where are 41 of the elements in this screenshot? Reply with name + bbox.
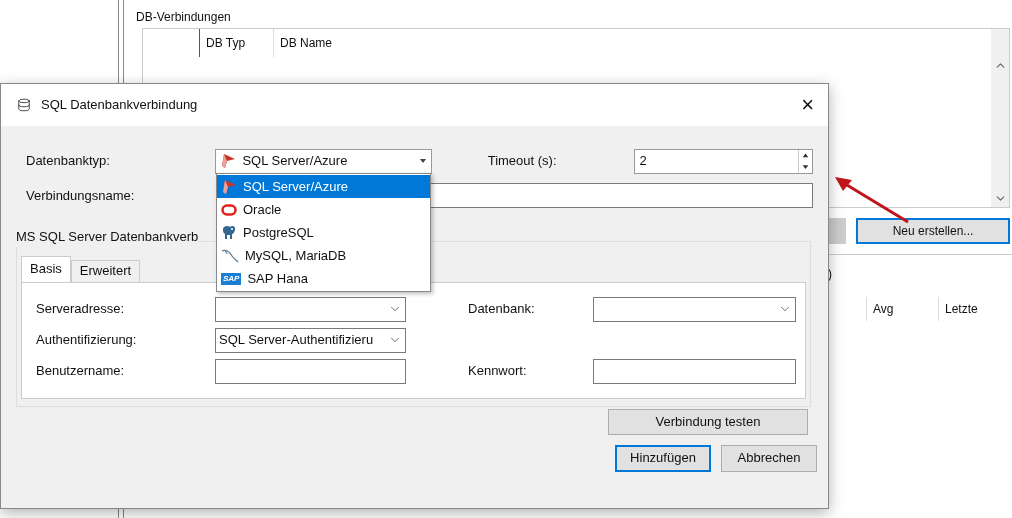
scrollbar[interactable] <box>991 29 1009 207</box>
field-label: Datenbank: <box>468 300 536 319</box>
window-title: SQL Datenbankverbindung <box>41 96 198 115</box>
new-button[interactable]: Neu erstellen... <box>856 218 1010 244</box>
dropdown-option[interactable]: SAP SAP Hana <box>217 267 430 290</box>
type-combo-box[interactable]: SQL Server/Azure <box>215 148 432 174</box>
combo-box[interactable] <box>593 296 796 322</box>
field-label: Benutzername: <box>36 362 126 381</box>
field-label: Datenbanktyp: <box>25 152 111 171</box>
server-flag-icon <box>220 153 237 169</box>
field-label: Kennwort: <box>468 362 528 381</box>
text-field[interactable] <box>215 358 406 384</box>
elephant-icon <box>221 224 237 241</box>
dialog-button[interactable]: Hinzufügen <box>615 444 711 472</box>
column-header[interactable]: Avg <box>866 297 938 321</box>
dropdown-option[interactable]: PostgreSQL <box>217 221 430 244</box>
ring-icon <box>221 203 237 216</box>
dropdown-option[interactable]: SQL Server/Azure <box>217 175 430 198</box>
sap-logo-icon: SAP <box>221 272 242 285</box>
close-button[interactable]: × <box>797 94 818 116</box>
dolphin-icon <box>221 247 239 264</box>
field-label: Verbindungsname: <box>25 186 136 205</box>
combo-box[interactable] <box>215 296 406 322</box>
column-header[interactable]: DB Typ <box>199 29 273 57</box>
text-field[interactable] <box>593 358 796 384</box>
tab[interactable]: Erweitert <box>70 259 141 282</box>
column-header[interactable]: Letzte <box>938 297 1010 321</box>
dropdown-option[interactable]: MySQL, MariaDB <box>217 244 430 267</box>
timeout-spinner[interactable]: 2 <box>634 148 813 174</box>
database-icon <box>17 98 31 112</box>
server-flag-icon <box>221 178 237 195</box>
field-label: Authentifizierung: <box>36 331 138 350</box>
dropdown-option[interactable]: Oracle <box>217 198 430 221</box>
test-button[interactable]: Verbindung testen <box>608 408 808 435</box>
tab[interactable]: Basis <box>21 255 71 282</box>
field-label: Timeout (s): <box>487 152 558 171</box>
dialog-button[interactable]: Abbrechen <box>721 444 817 472</box>
combo-box[interactable]: SQL Server-Authentifizieru <box>215 327 406 353</box>
field-label: Serveradresse: <box>36 300 126 319</box>
group-title: DB-Verbindungen <box>135 9 232 26</box>
dropdown-arrow-icon <box>418 158 427 164</box>
